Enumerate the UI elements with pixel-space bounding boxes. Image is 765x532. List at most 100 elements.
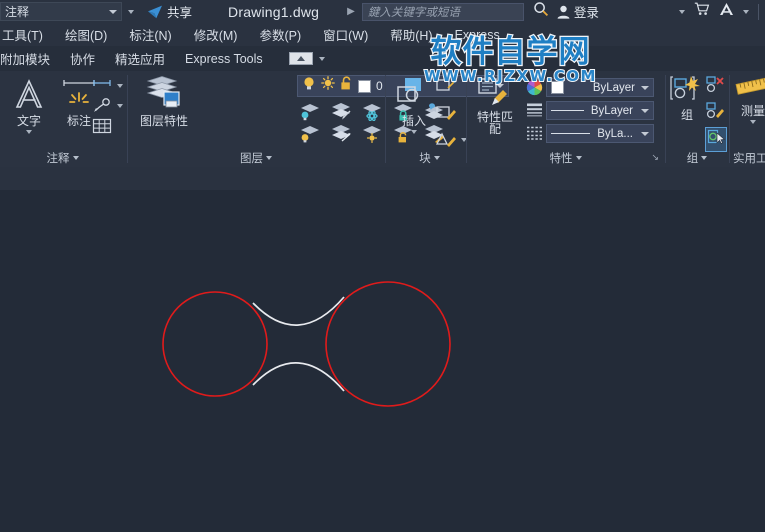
quick-access-overflow-button[interactable]: [128, 9, 134, 14]
edit-group-icon: [706, 102, 724, 119]
tab-collaborate[interactable]: 协作: [60, 49, 105, 68]
menu-item-modify[interactable]: 修改(M): [183, 25, 249, 44]
color-swatch: [551, 81, 564, 94]
tab-addins[interactable]: 附加模块: [0, 49, 60, 68]
share-button[interactable]: 共享: [147, 2, 192, 21]
edit-block-button[interactable]: [435, 104, 467, 127]
menu-item-tools[interactable]: 工具(T): [0, 25, 54, 44]
group-small-tools: [705, 75, 727, 152]
chevron-down-icon[interactable]: [318, 56, 325, 61]
drawing-canvas[interactable]: [0, 167, 765, 532]
drawing-geometry[interactable]: [0, 167, 765, 532]
linetype-value: ByLa...: [597, 127, 633, 140]
lineweight-selector[interactable]: ByLayer: [546, 101, 654, 120]
panel-properties-label[interactable]: 特性: [468, 148, 663, 167]
match-properties-button[interactable]: 特性匹配: [472, 77, 518, 135]
chevron-down-icon[interactable]: [575, 155, 582, 160]
layer-on-bulb-icon[interactable]: [302, 76, 316, 96]
panel-layers-label[interactable]: 图层: [129, 148, 383, 167]
text-button-label: 文字: [16, 114, 41, 128]
create-block-button[interactable]: [435, 77, 467, 100]
edit-group-button[interactable]: [705, 101, 727, 124]
panel-dialog-launcher[interactable]: ↘: [651, 152, 659, 163]
layer-properties-button[interactable]: 图层特性: [137, 75, 191, 127]
autocad-window: 注释 共享 Drawing1.dwg ▶ 鍵入关键字或短语 登录 工具(T) 绘…: [0, 0, 765, 532]
linetype-selector[interactable]: ByLa...: [546, 124, 654, 143]
chevron-down-icon[interactable]: [641, 85, 649, 90]
measure-button[interactable]: 测量: [731, 75, 765, 124]
document-title: Drawing1.dwg: [228, 3, 320, 20]
autodesk-a-icon[interactable]: [719, 2, 734, 21]
chevron-down-icon[interactable]: [109, 9, 117, 14]
insert-block-button[interactable]: 插入: [391, 77, 437, 134]
layer-freeze-icon: [332, 103, 351, 120]
text-button[interactable]: 文字: [6, 77, 52, 134]
panel-block-label[interactable]: 块: [387, 148, 472, 167]
panel-properties: 特性匹配 ByLayer ByLayer ByLa... 特性 ↘: [468, 71, 663, 167]
chevron-down-icon[interactable]: [641, 131, 649, 136]
search-input[interactable]: 鍵入关键字或短语: [361, 2, 524, 21]
right-circle[interactable]: [325, 281, 451, 407]
color-wheel-icon[interactable]: [526, 79, 543, 101]
linear-dimension-button[interactable]: [92, 79, 123, 93]
linetype-icon[interactable]: [526, 125, 543, 146]
layer-unlock-icon[interactable]: [340, 76, 353, 96]
tab-express-tools[interactable]: Express Tools: [175, 52, 273, 66]
chevron-down-icon[interactable]: [72, 155, 79, 160]
chevron-down-icon[interactable]: [117, 103, 123, 108]
layer-color-swatch: [358, 79, 371, 93]
table-button[interactable]: [92, 118, 123, 139]
panel-groups-label[interactable]: 组: [667, 148, 727, 167]
layer-properties-icon: [146, 76, 180, 108]
ungroup-button[interactable]: [705, 75, 727, 98]
chevron-down-icon[interactable]: [750, 120, 756, 124]
sign-in-button[interactable]: 登录: [557, 2, 599, 21]
chevron-down-icon[interactable]: [433, 155, 440, 160]
left-circle[interactable]: [162, 291, 268, 397]
panel-annotation-label[interactable]: 注释: [0, 148, 125, 167]
layer-change-button[interactable]: [330, 123, 352, 148]
chevron-down-icon[interactable]: [679, 9, 685, 14]
menu-item-dimension[interactable]: 标注(N): [118, 25, 182, 44]
ribbon-display-options-button[interactable]: [288, 52, 313, 65]
menu-item-help[interactable]: 帮助(H): [379, 25, 443, 44]
chevron-down-icon[interactable]: [117, 84, 123, 88]
chevron-right-icon[interactable]: ▶: [347, 6, 355, 17]
create-group-label: 组: [680, 108, 693, 122]
leader-button[interactable]: [92, 98, 123, 113]
share-label: 共享: [167, 6, 193, 20]
chevron-down-icon[interactable]: [641, 108, 649, 113]
menu-item-express[interactable]: Express: [444, 28, 511, 42]
chevron-down-icon[interactable]: [701, 155, 708, 160]
object-color-selector[interactable]: ByLayer: [546, 78, 654, 97]
tab-featured-apps[interactable]: 精选应用: [105, 49, 175, 68]
layer-thaw-button[interactable]: [361, 123, 383, 148]
layer-sun-icon[interactable]: [321, 76, 335, 96]
workspace-switcher[interactable]: 注释: [0, 2, 122, 21]
object-color-value: ByLayer: [592, 81, 635, 94]
chevron-down-icon[interactable]: [266, 155, 272, 160]
workspace-label: 注释: [5, 5, 30, 19]
edit-attribute-button[interactable]: [435, 131, 467, 149]
ungroup-icon: [706, 76, 724, 93]
divider: [466, 75, 467, 163]
panel-annotation-title: 注释: [46, 152, 70, 165]
edit-block-icon: [436, 106, 456, 120]
chevron-down-icon[interactable]: [743, 9, 749, 14]
create-group-button[interactable]: 组: [668, 75, 706, 122]
menu-item-draw[interactable]: 绘图(D): [54, 25, 118, 44]
lineweight-icon[interactable]: [526, 102, 543, 123]
chevron-down-icon[interactable]: [26, 130, 32, 134]
shopping-cart-icon[interactable]: [694, 2, 710, 21]
menu-item-parameters[interactable]: 参数(P): [248, 25, 312, 44]
menu-item-window[interactable]: 窗口(W): [312, 25, 379, 44]
layer-change-icon: [332, 125, 351, 142]
divider: [665, 75, 666, 163]
text-a-icon: [15, 79, 43, 108]
layer-isolate-icon: [301, 104, 319, 121]
layer-turn-on-button[interactable]: [299, 123, 321, 148]
group-selection-toggle-icon: [707, 129, 726, 145]
chevron-down-icon[interactable]: [411, 130, 417, 134]
search-icon[interactable]: [533, 1, 549, 22]
panel-utilities-label[interactable]: 实用工具: [731, 148, 765, 167]
